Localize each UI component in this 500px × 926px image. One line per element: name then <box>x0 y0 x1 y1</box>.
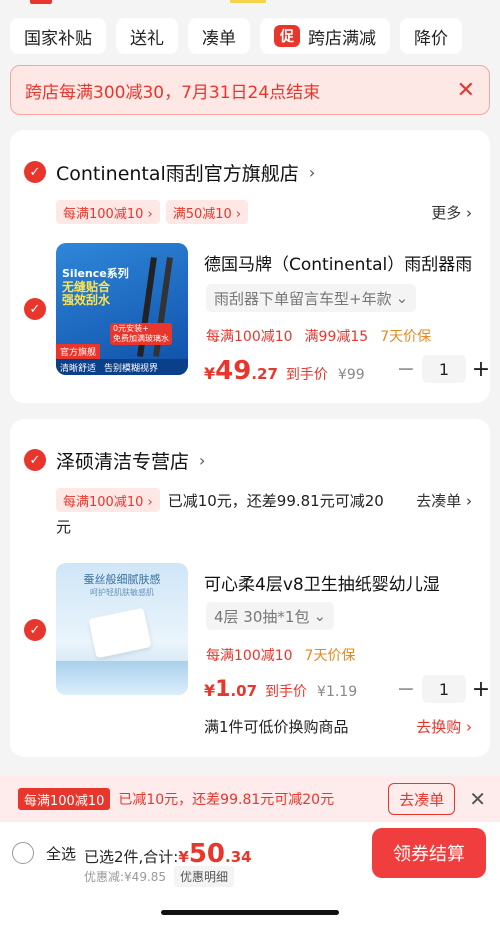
product-price: ¥1.07 到手价 ¥1.19 <box>204 677 358 702</box>
add-on-button[interactable]: 去凑单 <box>388 783 456 815</box>
sku-selector[interactable]: 4层 30抽*1包 ⌄ <box>206 602 335 630</box>
promo-progress-wrap: 元 <box>56 518 72 536</box>
product-image-tissue[interactable]: 蚕丝般细腻肤感 呵护轻肌肤敏感肌 <box>56 563 188 695</box>
store-name[interactable]: Continental雨刮官方旗舰店 › <box>56 159 315 186</box>
chevron-down-icon: ⌄ <box>395 289 409 307</box>
plus-icon[interactable]: + <box>470 357 492 382</box>
promo-progress-text: 已减10元，还差99.81元可减20 <box>167 491 384 510</box>
original-price: ¥1.19 <box>317 684 358 700</box>
item-checkbox[interactable]: ✓ <box>24 298 46 320</box>
close-icon[interactable]: ✕ <box>457 78 475 103</box>
minus-icon[interactable]: − <box>394 357 418 382</box>
select-all-checkbox[interactable] <box>12 842 34 864</box>
promo-bar-text: 已减10元，还差99.81元可减20元 <box>118 792 335 808</box>
original-price: ¥99 <box>337 367 365 383</box>
promo-banner-text: 跨店每满300减30，7月31日24点结束 <box>25 82 321 103</box>
select-all-label[interactable]: 全选 <box>46 843 76 864</box>
store-card-zeshuo: ✓ 泽硕清洁专营店 › 每满100减10 › 已减10元，还差99.81元可减20… <box>10 419 490 757</box>
plus-icon[interactable]: + <box>470 677 492 702</box>
store-card-continental: ✓ Continental雨刮官方旗舰店 › 每满100减10 › 满50减10 … <box>10 130 490 403</box>
exchange-text: 满1件可低价换购商品 <box>204 718 349 736</box>
promo-tag[interactable]: 满50减10 › <box>165 200 249 224</box>
quantity-input[interactable]: 1 <box>422 675 466 703</box>
chip-national-subsidy[interactable]: 国家补贴 <box>10 18 106 54</box>
promo-tag-icon: 促 <box>274 25 300 47</box>
tissue-graphic <box>88 607 152 659</box>
total-amount: ¥50.34 <box>178 839 252 869</box>
checkout-button[interactable]: 领券结算 <box>372 828 486 878</box>
quantity-input[interactable]: 1 <box>422 355 466 383</box>
discount-detail-button[interactable]: 优惠明细 <box>174 866 235 887</box>
store-promos: 每满100减10 › 满50减10 › <box>56 200 254 224</box>
minus-icon[interactable]: − <box>394 677 418 702</box>
exchange-link[interactable]: 去换购 › <box>416 716 472 737</box>
product-tags: 每满100减10 满99减15 7天价保 <box>206 329 432 345</box>
active-tab-indicator <box>30 0 52 4</box>
product-image-wiper[interactable]: Silence系列 无缝贴合 强效刮水 0元安装+ 免费加满玻璃水 官方旗舰 清… <box>56 243 188 375</box>
filter-chips: 国家补贴 送礼 凑单 促跨店满减 降价 <box>10 18 500 54</box>
discount-summary: 优惠减:¥49.85 优惠明细 <box>84 866 235 887</box>
product-title[interactable]: 可心柔4层v8卫生抽纸婴幼儿湿 <box>204 570 480 595</box>
chip-add-on[interactable]: 凑单 <box>188 18 250 54</box>
product-price: ¥49.27 到手价 ¥99 <box>204 356 365 386</box>
chevron-right-icon: › <box>199 451 206 470</box>
more-link[interactable]: 更多 › <box>431 202 472 223</box>
chevron-down-icon: ⌄ <box>313 607 327 625</box>
tab-indicator-secondary <box>230 0 266 3</box>
store-checkbox[interactable]: ✓ <box>24 449 46 471</box>
store-checkbox[interactable]: ✓ <box>24 161 46 183</box>
chevron-right-icon: › <box>308 163 316 182</box>
store-name[interactable]: 泽硕清洁专营店 › <box>56 447 205 474</box>
product-tags: 每满100减10 7天价保 <box>206 648 356 664</box>
promo-tag[interactable]: 每满100减10 › <box>56 200 160 224</box>
close-icon[interactable]: ✕ <box>469 787 486 811</box>
home-indicator <box>161 910 339 915</box>
store-promo-row: 每满100减10 › 已减10元，还差99.81元可减20 <box>56 488 384 512</box>
chip-price-drop[interactable]: 降价 <box>400 18 462 54</box>
add-on-link[interactable]: 去凑单 › <box>416 490 472 511</box>
promo-banner: 跨店每满300减30，7月31日24点结束 ✕ <box>10 65 490 115</box>
promo-bar: 每满100减10 已减10元，还差99.81元可减20元 去凑单 ✕ <box>0 776 500 822</box>
promo-tag[interactable]: 每满100减10 › <box>56 488 160 512</box>
total-summary: 已选2件,合计: ¥50.34 <box>84 839 252 869</box>
sku-selector[interactable]: 雨刮器下单留言车型+年款 ⌄ <box>206 284 417 312</box>
chip-gift[interactable]: 送礼 <box>116 18 178 54</box>
quantity-stepper: − 1 + <box>394 675 492 703</box>
product-title[interactable]: 德国马牌（Continental）雨刮器雨 <box>204 250 480 275</box>
promo-bar-label: 每满100减10 <box>18 788 111 810</box>
quantity-stepper: − 1 + <box>394 355 492 383</box>
water-graphic <box>56 661 188 695</box>
item-checkbox[interactable]: ✓ <box>24 619 46 641</box>
checkout-bar: 全选 已选2件,合计: ¥50.34 优惠减:¥49.85 优惠明细 领券结算 <box>0 822 500 926</box>
chip-cross-store-discount[interactable]: 促跨店满减 <box>260 18 390 54</box>
